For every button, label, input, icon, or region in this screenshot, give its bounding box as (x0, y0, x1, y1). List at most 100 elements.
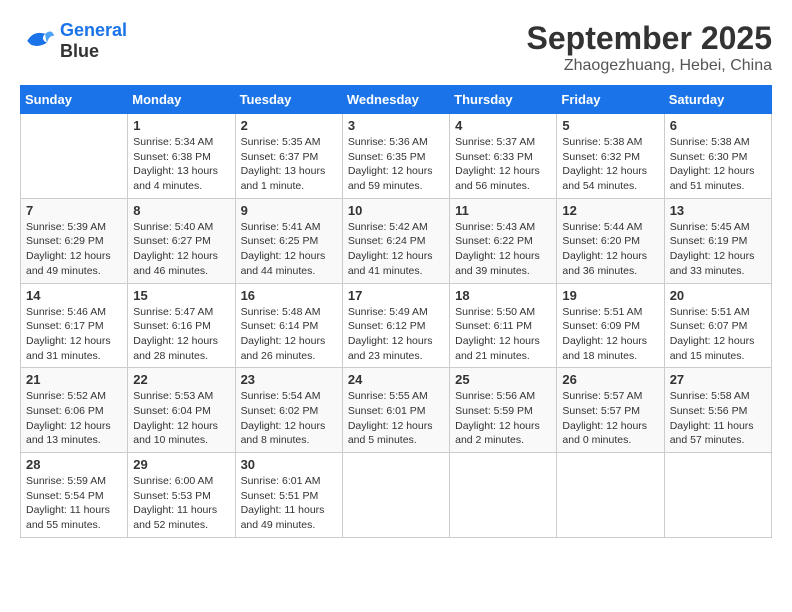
day-number: 4 (455, 118, 551, 133)
table-row: 25 Sunrise: 5:56 AM Sunset: 5:59 PM Dayl… (450, 368, 557, 453)
daylight-text: Daylight: 12 hours and 51 minutes. (670, 164, 766, 193)
daylight-text: Daylight: 12 hours and 21 minutes. (455, 334, 551, 363)
table-row: 22 Sunrise: 5:53 AM Sunset: 6:04 PM Dayl… (128, 368, 235, 453)
table-row: 26 Sunrise: 5:57 AM Sunset: 5:57 PM Dayl… (557, 368, 664, 453)
sunset-text: Sunset: 6:27 PM (133, 234, 229, 249)
daylight-text: Daylight: 12 hours and 8 minutes. (241, 419, 337, 448)
table-row: 6 Sunrise: 5:38 AM Sunset: 6:30 PM Dayli… (664, 114, 771, 199)
table-row: 10 Sunrise: 5:42 AM Sunset: 6:24 PM Dayl… (342, 198, 449, 283)
table-row: 15 Sunrise: 5:47 AM Sunset: 6:16 PM Dayl… (128, 283, 235, 368)
sunset-text: Sunset: 6:14 PM (241, 319, 337, 334)
sunset-text: Sunset: 6:02 PM (241, 404, 337, 419)
sunrise-text: Sunrise: 5:49 AM (348, 305, 444, 320)
table-row: 17 Sunrise: 5:49 AM Sunset: 6:12 PM Dayl… (342, 283, 449, 368)
day-number: 7 (26, 203, 122, 218)
daylight-text: Daylight: 12 hours and 59 minutes. (348, 164, 444, 193)
sunset-text: Sunset: 6:22 PM (455, 234, 551, 249)
sunrise-text: Sunrise: 5:34 AM (133, 135, 229, 150)
day-number: 14 (26, 288, 122, 303)
daylight-text: Daylight: 13 hours and 4 minutes. (133, 164, 229, 193)
sunset-text: Sunset: 5:54 PM (26, 489, 122, 504)
day-number: 27 (670, 372, 766, 387)
sunset-text: Sunset: 5:51 PM (241, 489, 337, 504)
sunset-text: Sunset: 6:25 PM (241, 234, 337, 249)
table-row: 1 Sunrise: 5:34 AM Sunset: 6:38 PM Dayli… (128, 114, 235, 199)
day-info: Sunrise: 5:52 AM Sunset: 6:06 PM Dayligh… (26, 389, 122, 448)
sunrise-text: Sunrise: 5:38 AM (670, 135, 766, 150)
sunrise-text: Sunrise: 5:53 AM (133, 389, 229, 404)
sunset-text: Sunset: 6:06 PM (26, 404, 122, 419)
sunrise-text: Sunrise: 5:57 AM (562, 389, 658, 404)
table-row: 9 Sunrise: 5:41 AM Sunset: 6:25 PM Dayli… (235, 198, 342, 283)
table-row (342, 453, 449, 538)
day-info: Sunrise: 5:47 AM Sunset: 6:16 PM Dayligh… (133, 305, 229, 364)
daylight-text: Daylight: 12 hours and 13 minutes. (26, 419, 122, 448)
table-row: 23 Sunrise: 5:54 AM Sunset: 6:02 PM Dayl… (235, 368, 342, 453)
table-row: 24 Sunrise: 5:55 AM Sunset: 6:01 PM Dayl… (342, 368, 449, 453)
table-row (21, 114, 128, 199)
day-number: 12 (562, 203, 658, 218)
day-info: Sunrise: 5:45 AM Sunset: 6:19 PM Dayligh… (670, 220, 766, 279)
sunrise-text: Sunrise: 5:55 AM (348, 389, 444, 404)
table-row: 5 Sunrise: 5:38 AM Sunset: 6:32 PM Dayli… (557, 114, 664, 199)
table-row: 16 Sunrise: 5:48 AM Sunset: 6:14 PM Dayl… (235, 283, 342, 368)
daylight-text: Daylight: 12 hours and 54 minutes. (562, 164, 658, 193)
day-number: 1 (133, 118, 229, 133)
day-number: 11 (455, 203, 551, 218)
day-number: 23 (241, 372, 337, 387)
day-number: 25 (455, 372, 551, 387)
day-number: 20 (670, 288, 766, 303)
page-subtitle: Zhaogezhuang, Hebei, China (527, 57, 772, 75)
daylight-text: Daylight: 12 hours and 41 minutes. (348, 249, 444, 278)
header-monday: Monday (128, 86, 235, 114)
daylight-text: Daylight: 12 hours and 0 minutes. (562, 419, 658, 448)
day-info: Sunrise: 5:38 AM Sunset: 6:32 PM Dayligh… (562, 135, 658, 194)
sunrise-text: Sunrise: 5:43 AM (455, 220, 551, 235)
day-number: 3 (348, 118, 444, 133)
day-info: Sunrise: 5:57 AM Sunset: 5:57 PM Dayligh… (562, 389, 658, 448)
day-number: 16 (241, 288, 337, 303)
calendar-week-row: 7 Sunrise: 5:39 AM Sunset: 6:29 PM Dayli… (21, 198, 772, 283)
day-info: Sunrise: 5:37 AM Sunset: 6:33 PM Dayligh… (455, 135, 551, 194)
day-info: Sunrise: 5:44 AM Sunset: 6:20 PM Dayligh… (562, 220, 658, 279)
day-info: Sunrise: 6:00 AM Sunset: 5:53 PM Dayligh… (133, 474, 229, 533)
day-number: 24 (348, 372, 444, 387)
daylight-text: Daylight: 12 hours and 23 minutes. (348, 334, 444, 363)
day-info: Sunrise: 5:38 AM Sunset: 6:30 PM Dayligh… (670, 135, 766, 194)
daylight-text: Daylight: 11 hours and 55 minutes. (26, 503, 122, 532)
day-info: Sunrise: 6:01 AM Sunset: 5:51 PM Dayligh… (241, 474, 337, 533)
sunrise-text: Sunrise: 5:40 AM (133, 220, 229, 235)
sunset-text: Sunset: 6:17 PM (26, 319, 122, 334)
table-row: 28 Sunrise: 5:59 AM Sunset: 5:54 PM Dayl… (21, 453, 128, 538)
sunrise-text: Sunrise: 5:46 AM (26, 305, 122, 320)
calendar-header-row: Sunday Monday Tuesday Wednesday Thursday… (21, 86, 772, 114)
day-number: 26 (562, 372, 658, 387)
day-number: 2 (241, 118, 337, 133)
sunrise-text: Sunrise: 6:00 AM (133, 474, 229, 489)
sunset-text: Sunset: 6:19 PM (670, 234, 766, 249)
table-row: 21 Sunrise: 5:52 AM Sunset: 6:06 PM Dayl… (21, 368, 128, 453)
table-row: 7 Sunrise: 5:39 AM Sunset: 6:29 PM Dayli… (21, 198, 128, 283)
sunrise-text: Sunrise: 5:42 AM (348, 220, 444, 235)
sunrise-text: Sunrise: 5:58 AM (670, 389, 766, 404)
sunset-text: Sunset: 6:09 PM (562, 319, 658, 334)
sunset-text: Sunset: 6:04 PM (133, 404, 229, 419)
sunrise-text: Sunrise: 5:37 AM (455, 135, 551, 150)
sunrise-text: Sunrise: 6:01 AM (241, 474, 337, 489)
sunset-text: Sunset: 6:20 PM (562, 234, 658, 249)
sunset-text: Sunset: 6:35 PM (348, 150, 444, 165)
sunset-text: Sunset: 5:53 PM (133, 489, 229, 504)
day-number: 13 (670, 203, 766, 218)
logo: General Blue (20, 20, 127, 62)
logo-bird-icon (20, 23, 56, 59)
daylight-text: Daylight: 12 hours and 18 minutes. (562, 334, 658, 363)
calendar-week-row: 14 Sunrise: 5:46 AM Sunset: 6:17 PM Dayl… (21, 283, 772, 368)
day-info: Sunrise: 5:36 AM Sunset: 6:35 PM Dayligh… (348, 135, 444, 194)
day-info: Sunrise: 5:51 AM Sunset: 6:09 PM Dayligh… (562, 305, 658, 364)
sunrise-text: Sunrise: 5:59 AM (26, 474, 122, 489)
table-row: 27 Sunrise: 5:58 AM Sunset: 5:56 PM Dayl… (664, 368, 771, 453)
day-number: 19 (562, 288, 658, 303)
page-header: General Blue September 2025 Zhaogezhuang… (20, 20, 772, 75)
day-number: 5 (562, 118, 658, 133)
day-number: 9 (241, 203, 337, 218)
